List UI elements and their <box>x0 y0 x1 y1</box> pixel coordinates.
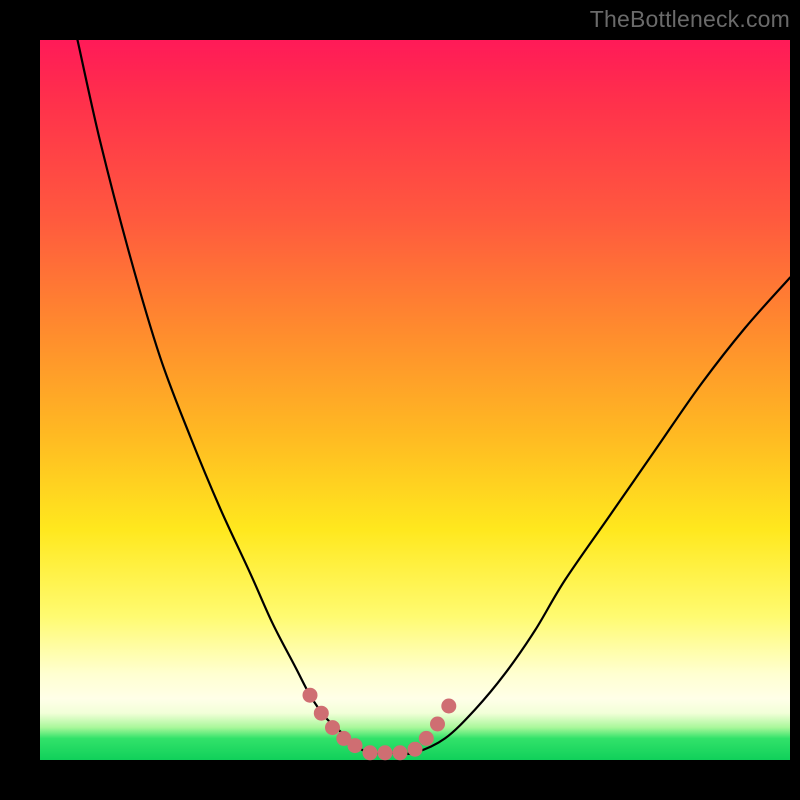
marker-dot <box>314 706 329 721</box>
marker-dot <box>348 738 363 753</box>
watermark-text: TheBottleneck.com <box>590 6 790 33</box>
marker-dot <box>430 717 445 732</box>
marker-dot <box>378 745 393 760</box>
marker-group <box>303 688 457 761</box>
plot-area <box>40 40 790 760</box>
chart-svg <box>40 40 790 760</box>
marker-dot <box>363 745 378 760</box>
marker-dot <box>441 699 456 714</box>
marker-dot <box>393 745 408 760</box>
bottleneck-curve <box>78 40 791 754</box>
marker-dot <box>419 731 434 746</box>
marker-dot <box>303 688 318 703</box>
marker-dot <box>408 742 423 757</box>
chart-frame: TheBottleneck.com <box>0 0 800 800</box>
marker-dot <box>325 720 340 735</box>
